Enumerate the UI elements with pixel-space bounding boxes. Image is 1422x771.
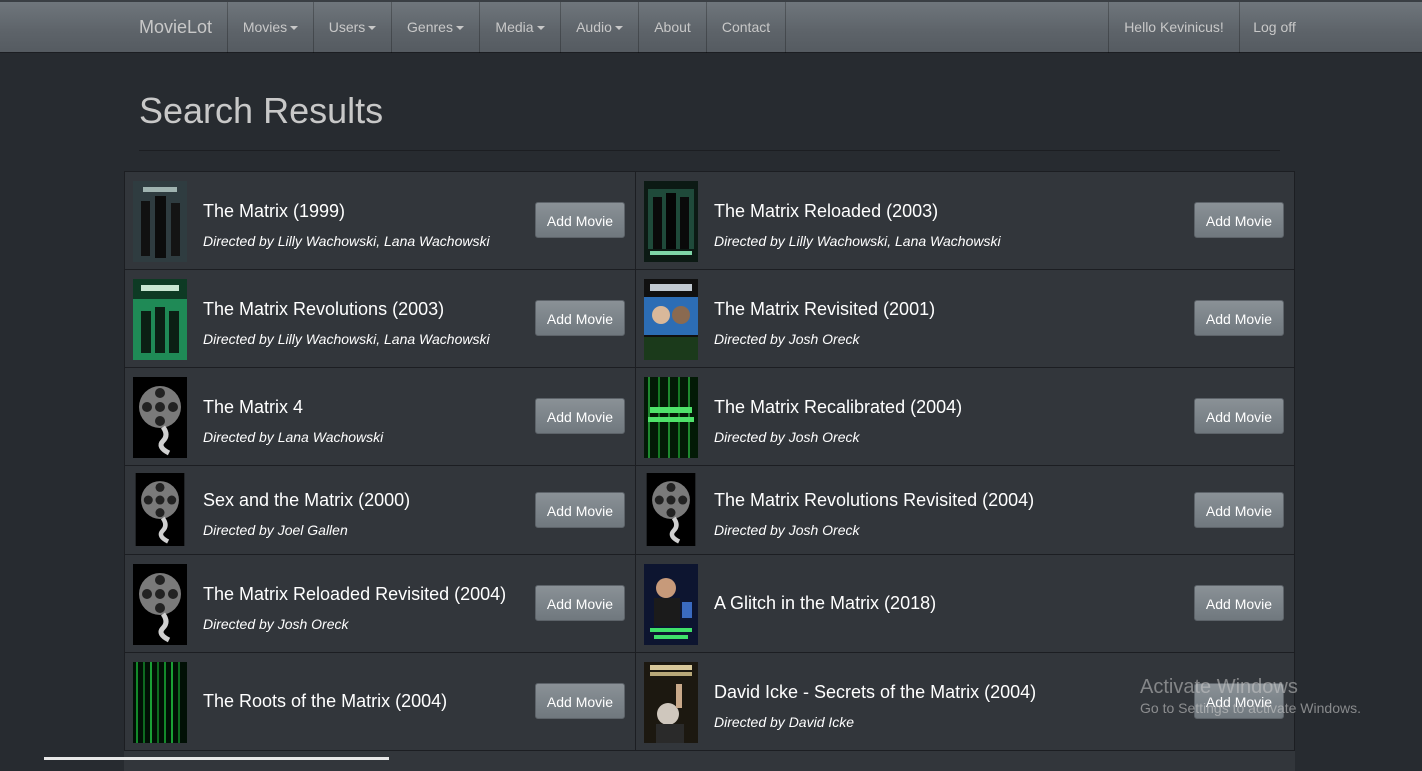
film-reel-placeholder-icon[interactable] bbox=[644, 473, 698, 546]
brand-link[interactable]: MovieLot bbox=[139, 2, 212, 53]
add-movie-button[interactable]: Add Movie bbox=[1194, 398, 1284, 434]
user-greeting: Hello Kevinicus! bbox=[1124, 19, 1224, 35]
caret-down-icon bbox=[455, 26, 464, 31]
nav-about-label: About bbox=[654, 19, 691, 35]
movie-director: Directed by Joel Gallen bbox=[203, 522, 348, 538]
add-movie-button[interactable]: Add Movie bbox=[535, 492, 625, 528]
nav-movies-label: Movies bbox=[242, 19, 288, 35]
result-item: Sex and the Matrix (2000) Directed by Jo… bbox=[124, 465, 636, 555]
nav-media-dropdown[interactable]: Media bbox=[479, 2, 560, 53]
add-movie-button[interactable]: Add Movie bbox=[1194, 202, 1284, 238]
movie-director: Directed by Lana Wachowski bbox=[203, 429, 384, 445]
movie-director: Directed by Josh Oreck bbox=[714, 429, 860, 445]
title-divider bbox=[139, 150, 1280, 151]
movie-title[interactable]: The Matrix Reloaded (2003) bbox=[714, 201, 938, 222]
movie-title[interactable]: A Glitch in the Matrix (2018) bbox=[714, 593, 936, 614]
nav-movies-dropdown[interactable]: Movies bbox=[227, 2, 313, 53]
nav-users-label: Users bbox=[328, 19, 366, 35]
nav-contact-link[interactable]: Contact bbox=[706, 2, 786, 53]
search-results-grid: The Matrix (1999) Directed by Lilly Wach… bbox=[124, 171, 1295, 771]
result-item: The Matrix 4 Directed by Lana Wachowski … bbox=[124, 367, 636, 466]
caret-down-icon bbox=[536, 26, 545, 31]
result-item: The Roots of the Matrix (2004) Add Movie bbox=[124, 652, 636, 751]
result-item: The Matrix Revisited (2001) Directed by … bbox=[635, 269, 1295, 368]
matrix-revisited-poster-image[interactable] bbox=[644, 279, 698, 360]
add-movie-button[interactable]: Add Movie bbox=[1194, 300, 1284, 336]
caret-down-icon bbox=[614, 26, 623, 31]
movie-title[interactable]: The Matrix Revisited (2001) bbox=[714, 299, 935, 320]
movie-director: Directed by Josh Oreck bbox=[203, 616, 349, 632]
movie-director: Directed by Josh Oreck bbox=[714, 522, 860, 538]
movie-director: Directed by David Icke bbox=[714, 714, 855, 730]
matrix-poster-image[interactable] bbox=[133, 181, 187, 262]
movie-title[interactable]: The Matrix Recalibrated (2004) bbox=[714, 397, 962, 418]
navbar: MovieLot Movies Users Genres Media Audio… bbox=[0, 0, 1422, 53]
glitch-poster-image[interactable] bbox=[644, 564, 698, 645]
result-item: The Matrix Recalibrated (2004) Directed … bbox=[635, 367, 1295, 466]
logoff-label: Log off bbox=[1253, 19, 1296, 35]
activate-windows-subtitle: Go to Settings to activate Windows. bbox=[1140, 700, 1361, 716]
matrix-reloaded-poster-image[interactable] bbox=[644, 181, 698, 262]
movie-title[interactable]: The Matrix Revolutions Revisited (2004) bbox=[714, 490, 1034, 511]
result-item: The Matrix Reloaded Revisited (2004) Dir… bbox=[124, 554, 636, 653]
film-reel-placeholder-icon[interactable] bbox=[133, 473, 187, 546]
matrix-recalibrated-poster-image[interactable] bbox=[644, 377, 698, 458]
add-movie-button[interactable]: Add Movie bbox=[535, 398, 625, 434]
add-movie-button[interactable]: Add Movie bbox=[1194, 585, 1284, 621]
film-reel-placeholder-icon[interactable] bbox=[133, 377, 187, 458]
user-greeting-link[interactable]: Hello Kevinicus! bbox=[1108, 2, 1239, 53]
movie-title[interactable]: The Roots of the Matrix (2004) bbox=[203, 691, 447, 712]
nav-media-label: Media bbox=[495, 19, 534, 35]
movie-title[interactable]: The Matrix (1999) bbox=[203, 201, 345, 222]
nav-genres-label: Genres bbox=[407, 19, 453, 35]
nav-users-dropdown[interactable]: Users bbox=[313, 2, 391, 53]
activate-windows-title: Activate Windows bbox=[1140, 676, 1298, 698]
movie-title[interactable]: The Matrix 4 bbox=[203, 397, 303, 418]
result-item: The Matrix Reloaded (2003) Directed by L… bbox=[635, 171, 1295, 270]
nav-about-link[interactable]: About bbox=[638, 2, 706, 53]
add-movie-button[interactable]: Add Movie bbox=[535, 202, 625, 238]
caret-down-icon bbox=[368, 26, 377, 31]
result-item: The Matrix Revolutions (2003) Directed b… bbox=[124, 269, 636, 368]
nav-audio-dropdown[interactable]: Audio bbox=[560, 2, 638, 53]
page-title: Search Results bbox=[139, 90, 384, 131]
code-rain-poster-image[interactable] bbox=[133, 662, 187, 743]
movie-director: Directed by Lilly Wachowski, Lana Wachow… bbox=[714, 233, 1001, 249]
matrix-revolutions-poster-image[interactable] bbox=[133, 279, 187, 360]
add-movie-button[interactable]: Add Movie bbox=[535, 683, 625, 719]
movie-title[interactable]: The Matrix Revolutions (2003) bbox=[203, 299, 444, 320]
movie-director: Directed by Lilly Wachowski, Lana Wachow… bbox=[203, 331, 490, 347]
movie-title[interactable]: The Matrix Reloaded Revisited (2004) bbox=[203, 584, 506, 605]
result-item: The Matrix Revolutions Revisited (2004) … bbox=[635, 465, 1295, 555]
add-movie-button[interactable]: Add Movie bbox=[535, 300, 625, 336]
result-item: The Matrix (1999) Directed by Lilly Wach… bbox=[124, 171, 636, 270]
movie-title[interactable]: Sex and the Matrix (2000) bbox=[203, 490, 410, 511]
nav-audio-label: Audio bbox=[576, 19, 612, 35]
add-movie-button[interactable]: Add Movie bbox=[1194, 492, 1284, 528]
david-icke-poster-image[interactable] bbox=[644, 662, 698, 743]
logoff-link[interactable]: Log off bbox=[1239, 2, 1309, 53]
nav-genres-dropdown[interactable]: Genres bbox=[391, 2, 479, 53]
add-movie-button[interactable]: Add Movie bbox=[535, 585, 625, 621]
movie-director: Directed by Lilly Wachowski, Lana Wachow… bbox=[203, 233, 490, 249]
caret-down-icon bbox=[290, 26, 299, 31]
nav-contact-label: Contact bbox=[721, 19, 771, 35]
film-reel-placeholder-icon[interactable] bbox=[133, 564, 187, 645]
movie-title[interactable]: David Icke - Secrets of the Matrix (2004… bbox=[714, 682, 1036, 703]
result-item: A Glitch in the Matrix (2018) Add Movie bbox=[635, 554, 1295, 653]
movie-director: Directed by Josh Oreck bbox=[714, 331, 860, 347]
